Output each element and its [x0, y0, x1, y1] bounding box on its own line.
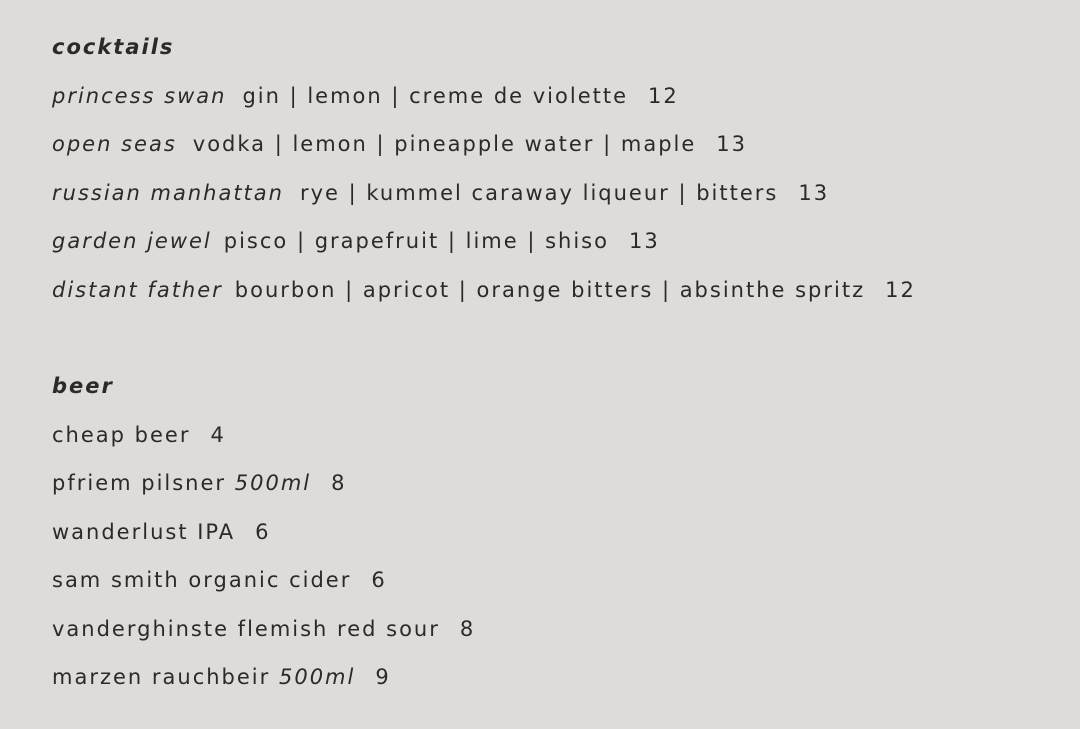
cocktail-ingredients: rye | kummel caraway liqueur | bitters [299, 181, 779, 205]
cocktail-name: garden jewel [52, 229, 212, 253]
cocktail-name: princess swan [52, 84, 227, 108]
beer-price: 8 [331, 471, 347, 495]
cocktail-ingredients: vodka | lemon | pineapple water | maple [192, 132, 697, 156]
beer-price: 6 [255, 520, 271, 544]
beer-price: 8 [459, 617, 476, 641]
cocktail-price: 13 [798, 181, 830, 205]
cocktail-price: 13 [716, 132, 748, 156]
beer-volume: 500ml [278, 665, 356, 689]
beer-volume: 500ml [234, 471, 312, 495]
beer-price: 4 [210, 423, 226, 447]
beer-name: sam smith organic cider [52, 568, 352, 592]
cocktail-ingredients: pisco | grapefruit | lime | shiso [223, 229, 609, 253]
cocktail-name: distant father [52, 278, 223, 302]
cocktail-name: russian manhattan [52, 181, 284, 205]
cocktail-price: 12 [885, 278, 916, 302]
cocktail-item: distant father bourbon | apricot | orange… [52, 276, 916, 304]
beer-item: wanderlust IPA 6 [52, 518, 271, 546]
beer-heading: beer [52, 374, 114, 398]
beer-item: vanderghinste flemish red sour 8 [52, 615, 475, 643]
beer-name: marzen rauchbeir [52, 665, 271, 689]
cocktail-ingredients: bourbon | apricot | orange bitters | abs… [234, 278, 866, 302]
cocktail-price: 12 [648, 84, 679, 108]
cocktails-heading: cocktails [52, 35, 175, 59]
beer-name: pfriem pilsner [52, 471, 227, 495]
beer-name: vanderghinste flemish red sour [52, 617, 440, 641]
cocktail-item: garden jewel pisco | grapefruit | lime | … [52, 227, 660, 255]
beer-price: 6 [371, 568, 387, 592]
cocktail-item: russian manhattan rye | kummel caraway li… [52, 179, 829, 207]
cocktail-ingredients: gin | lemon | creme de violette [242, 84, 628, 108]
beer-name: cheap beer [52, 423, 191, 447]
beer-item: cheap beer 4 [52, 421, 226, 449]
cocktail-item: princess swan gin | lemon | creme de viol… [52, 82, 679, 110]
beer-item: marzen rauchbeir 500ml 9 [52, 663, 391, 691]
cocktail-price: 13 [628, 229, 660, 253]
beer-item: pfriem pilsner 500ml 8 [52, 469, 346, 497]
cocktail-item: open seas vodka | lemon | pineapple water… [52, 130, 747, 158]
beer-price: 9 [375, 665, 391, 689]
beer-item: sam smith organic cider 6 [52, 566, 387, 594]
beer-name: wanderlust IPA [52, 520, 236, 544]
cocktail-name: open seas [52, 132, 177, 156]
